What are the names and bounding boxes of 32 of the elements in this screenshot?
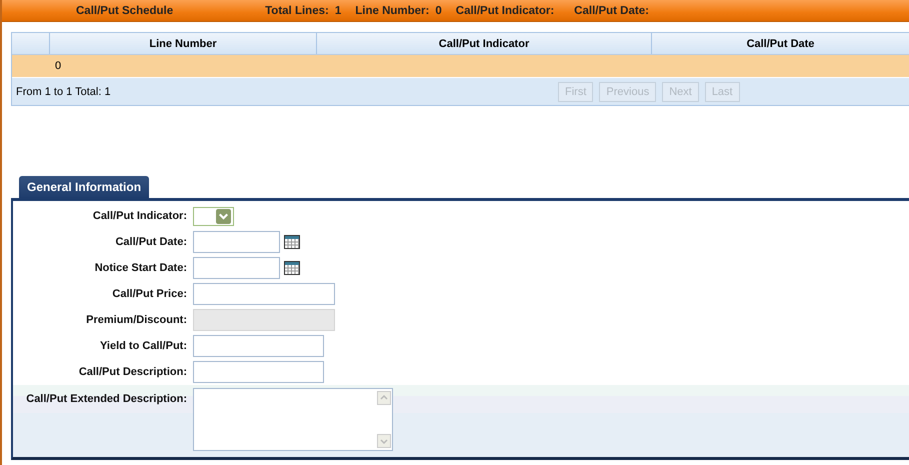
summary-value: 1 (334, 4, 342, 16)
calendar-icon[interactable] (284, 235, 300, 249)
scroll-down-icon[interactable] (377, 434, 391, 448)
date-field[interactable] (193, 257, 280, 279)
scrollbar[interactable] (376, 389, 392, 450)
tab[interactable]: General Information (19, 176, 150, 198)
input-field[interactable] (193, 335, 324, 357)
field-label: Call/Put Description: (78, 366, 188, 378)
schedule-title: Call/Put Schedule (76, 4, 174, 16)
field-label: Call/Put Price: (111, 288, 188, 300)
field-label: Notice Start Date: (94, 262, 188, 274)
dropdown[interactable] (193, 206, 234, 226)
date-field[interactable] (193, 231, 280, 253)
input-field[interactable] (193, 283, 335, 305)
summary-label: Total Lines: (265, 4, 329, 16)
pager-summary: From 1 to 1 Total: 1 (16, 86, 112, 98)
table-row[interactable]: 0 (12, 54, 909, 77)
text-area[interactable] (193, 388, 393, 451)
calendar-icon[interactable] (284, 261, 300, 275)
input-field[interactable] (193, 361, 324, 383)
field-label: Call/Put Date: (114, 236, 188, 248)
chevron-down-icon (216, 208, 231, 224)
summary-label: Line Number: (355, 4, 430, 16)
field-label: Call/Put Extended Description: (25, 392, 188, 405)
field-label: Call/Put Indicator: (92, 210, 188, 222)
summary-label: Call/Put Date: (574, 4, 649, 16)
scroll-up-icon[interactable] (377, 391, 391, 405)
field-label: Premium/Discount: (85, 314, 188, 326)
summary-label: Call/Put Indicator: (456, 4, 554, 16)
table-cell: 0 (55, 60, 62, 72)
summary-value: 0 (435, 4, 442, 16)
field-label: Yield to Call/Put: (99, 340, 188, 352)
